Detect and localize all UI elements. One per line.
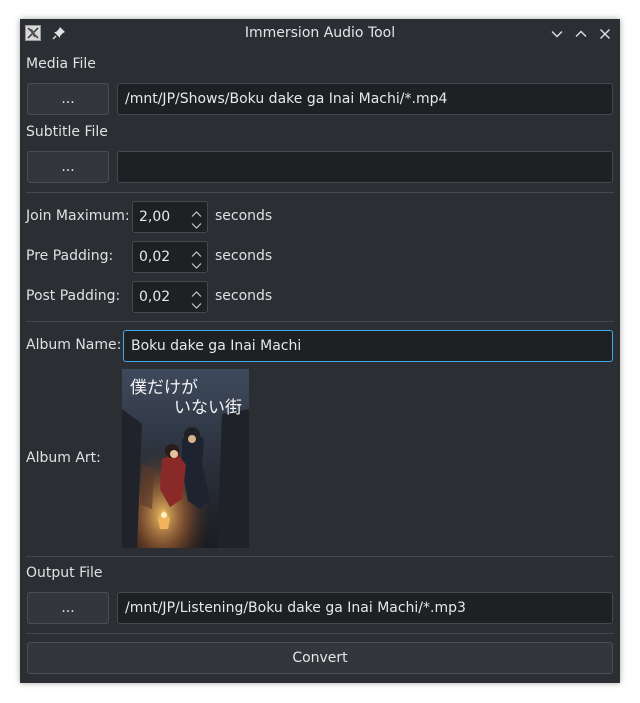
- spin-down-icon[interactable]: [191, 299, 202, 314]
- album-art-title-1: 僕だけが: [130, 378, 198, 398]
- pre-padding-spinbox[interactable]: 0,02: [132, 241, 208, 273]
- chevron-down-icon[interactable]: [550, 27, 564, 41]
- media-path-field[interactable]: /mnt/JP/Shows/Boku dake ga Inai Machi/*.…: [117, 83, 613, 115]
- join-maximum-spinbox[interactable]: 2,00: [132, 201, 208, 233]
- separator: [26, 192, 614, 193]
- join-maximum-label: Join Maximum:: [26, 208, 130, 224]
- post-padding-label: Post Padding:: [26, 288, 121, 304]
- join-maximum-value: 2,00: [139, 209, 171, 225]
- convert-button[interactable]: Convert: [27, 642, 613, 674]
- join-maximum-unit: seconds: [215, 208, 273, 224]
- close-icon[interactable]: [598, 27, 612, 41]
- post-padding-spinbox[interactable]: 0,02: [132, 281, 208, 313]
- separator: [26, 556, 614, 557]
- media-browse-button[interactable]: ...: [27, 83, 109, 115]
- spin-down-icon[interactable]: [191, 219, 202, 234]
- post-padding-unit: seconds: [215, 288, 273, 304]
- app-window: Immersion Audio Tool Media File ... /mnt…: [20, 19, 620, 683]
- title-bar[interactable]: Immersion Audio Tool: [20, 19, 620, 48]
- album-art-label: Album Art:: [26, 450, 101, 466]
- album-art-image[interactable]: 僕だけが いない街: [122, 369, 249, 548]
- subtitle-path-field[interactable]: [117, 151, 613, 183]
- subtitle-file-label: Subtitle File: [26, 124, 108, 140]
- window-title: Immersion Audio Tool: [244, 25, 396, 41]
- spin-down-icon[interactable]: [191, 259, 202, 274]
- album-name-label: Album Name:: [26, 337, 122, 353]
- chevron-up-icon[interactable]: [574, 27, 588, 41]
- media-file-label: Media File: [26, 56, 96, 72]
- post-padding-value: 0,02: [139, 289, 171, 305]
- output-browse-button[interactable]: ...: [27, 592, 109, 624]
- pre-padding-value: 0,02: [139, 249, 171, 265]
- separator: [26, 321, 614, 322]
- album-art-title-2: いない街: [174, 398, 242, 418]
- pre-padding-label: Pre Padding:: [26, 248, 114, 264]
- separator: [26, 633, 614, 634]
- pre-padding-unit: seconds: [215, 248, 273, 264]
- output-file-label: Output File: [26, 565, 103, 581]
- album-name-field[interactable]: Boku dake ga Inai Machi: [123, 330, 613, 362]
- subtitle-browse-button[interactable]: ...: [27, 151, 109, 183]
- output-path-field[interactable]: /mnt/JP/Listening/Boku dake ga Inai Mach…: [117, 592, 613, 624]
